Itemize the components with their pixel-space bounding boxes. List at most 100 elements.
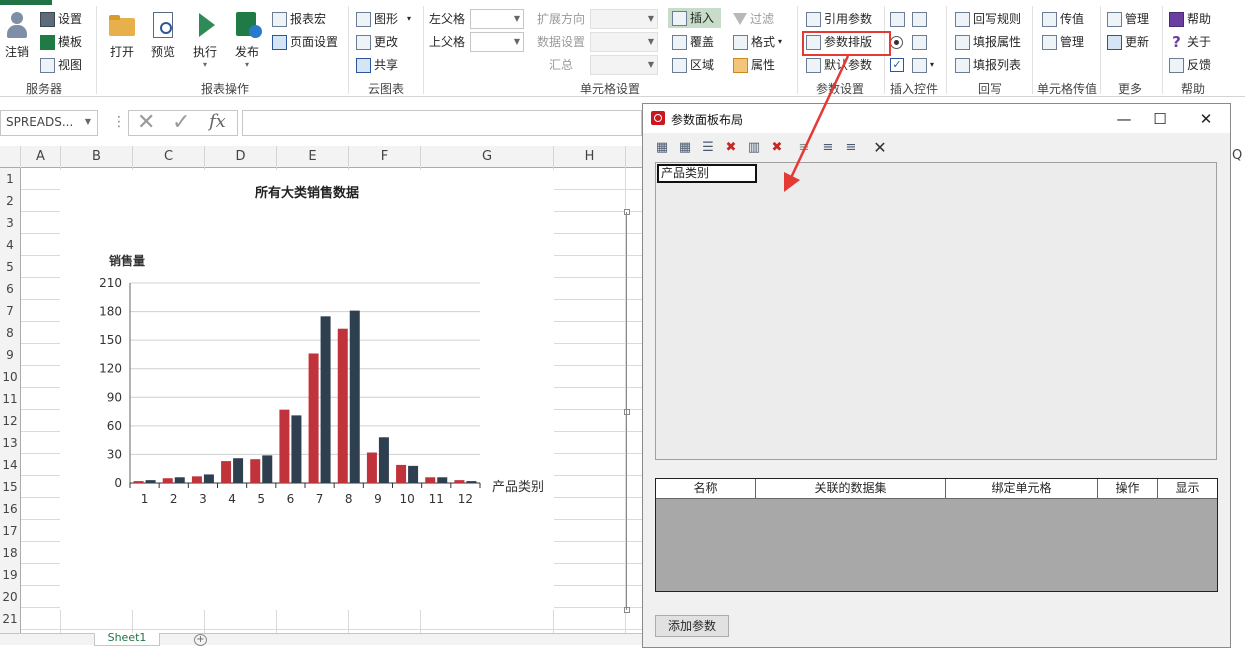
insert-row-icon[interactable]: ☰ (699, 138, 717, 156)
row-header[interactable]: 6 (0, 278, 20, 300)
checkbox-icon: ✓ (890, 58, 904, 72)
row-header[interactable]: 3 (0, 212, 20, 234)
column-header[interactable]: C (133, 146, 205, 168)
cancel-icon[interactable]: ✕ (137, 110, 155, 135)
column-header-partial: Q (1232, 148, 1243, 163)
pass-value-button[interactable]: 传值 (1042, 9, 1084, 29)
feedback-button[interactable]: 反馈 (1169, 55, 1211, 75)
chevron-down-icon: ▼ (513, 37, 520, 46)
bar (366, 452, 377, 483)
update-button[interactable]: 更新 (1107, 32, 1149, 52)
column-header[interactable]: H (554, 146, 626, 168)
format-button[interactable]: 格式 ▾ (733, 32, 782, 52)
row-header[interactable]: 20 (0, 586, 20, 608)
pass-value-manage-button[interactable]: 管理 (1042, 32, 1084, 52)
insert-more-control-button[interactable]: ▾ (912, 55, 934, 75)
row-header[interactable]: 11 (0, 388, 20, 410)
writeback-rule-button[interactable]: 回写规则 (955, 9, 1021, 29)
expand-direction-select[interactable]: ▼ (590, 9, 658, 29)
row-header[interactable]: 16 (0, 498, 20, 520)
row-header[interactable]: 8 (0, 322, 20, 344)
minimize-button[interactable]: — (1109, 108, 1139, 130)
row-header[interactable]: 4 (0, 234, 20, 256)
name-box[interactable]: SPREADS... ▼ (0, 110, 98, 136)
summary-select[interactable]: ▼ (590, 55, 658, 75)
column-header[interactable]: A (21, 146, 61, 168)
row-header[interactable]: 14 (0, 454, 20, 476)
left-parent-select[interactable]: ▼ (470, 9, 524, 29)
resize-handle[interactable] (624, 607, 630, 613)
param-table[interactable]: 名称 关联的数据集 绑定单元格 操作 显示 (655, 478, 1218, 592)
reference-param-button[interactable]: 引用参数 (806, 9, 872, 29)
delete-row-icon[interactable]: ✖ (722, 138, 740, 156)
share-button[interactable]: 共享 (356, 55, 398, 75)
close-button[interactable]: ✕ (1191, 108, 1221, 130)
logout-button[interactable]: 注销 (0, 10, 34, 60)
row-header[interactable]: 19 (0, 564, 20, 586)
chart-button[interactable]: 图形 ▾ (356, 9, 411, 29)
publish-button[interactable]: 发布 ▾ (227, 10, 267, 69)
column-header[interactable]: D (205, 146, 277, 168)
add-sheet-icon[interactable]: + (194, 634, 207, 646)
overwrite-button[interactable]: 覆盖 (672, 32, 714, 52)
row-header[interactable]: 17 (0, 520, 20, 542)
column-header[interactable]: B (61, 146, 133, 168)
function-icon[interactable]: fx (209, 111, 226, 132)
resize-handle[interactable] (624, 209, 630, 215)
add-param-button[interactable]: 添加参数 (655, 615, 729, 637)
view-button[interactable]: 视图 (40, 55, 82, 75)
report-macro-button[interactable]: 报表宏 (272, 9, 326, 29)
clear-icon[interactable]: ✕ (871, 138, 889, 157)
param-chip[interactable]: 产品类别 (657, 164, 757, 183)
preview-button[interactable]: 预览 (143, 10, 183, 60)
row-header[interactable]: 7 (0, 300, 20, 322)
data-setting-select[interactable]: ▼ (590, 32, 658, 52)
row-header[interactable]: 21 (0, 608, 20, 630)
property-button[interactable]: 属性 (733, 55, 775, 75)
formula-input[interactable] (242, 110, 642, 136)
fill-list-button[interactable]: 填报列表 (955, 55, 1021, 75)
fill-property-button[interactable]: 填报属性 (955, 32, 1021, 52)
execute-button[interactable]: 执行 ▾ (185, 10, 225, 69)
column-header[interactable]: G (421, 146, 554, 168)
region-button[interactable]: 区域 (672, 55, 714, 75)
row-header[interactable]: 12 (0, 410, 20, 432)
row-header[interactable]: 10 (0, 366, 20, 388)
insert-column-icon[interactable]: ▥ (745, 138, 763, 156)
sheet-tab-bar: Sheet1 + (0, 633, 645, 646)
chart-container[interactable]: 所有大类销售数据 销售量 产品类别 0 30 60 90 120 150 180 210 1 2 3… (60, 170, 554, 610)
insert-textbox-button[interactable] (890, 9, 905, 29)
top-parent-select[interactable]: ▼ (470, 32, 524, 52)
row-header[interactable]: 15 (0, 476, 20, 498)
resize-handle[interactable] (624, 409, 630, 415)
page-setup-button[interactable]: 页面设置 (272, 32, 338, 52)
about-button[interactable]: ? 关于 (1169, 32, 1211, 52)
insert-tree-button[interactable] (912, 32, 927, 52)
filter-button[interactable]: 过滤 (733, 9, 774, 29)
open-button[interactable]: 打开 (102, 10, 142, 60)
change-button[interactable]: 更改 (356, 32, 398, 52)
template-button[interactable]: 模板 (40, 32, 82, 52)
add-row-icon[interactable]: ▦ (653, 138, 671, 156)
row-header[interactable]: 18 (0, 542, 20, 564)
row-header[interactable]: 13 (0, 432, 20, 454)
settings-button[interactable]: 设置 (40, 9, 82, 29)
row-header[interactable]: 1 (0, 168, 20, 190)
insert-radio-button[interactable] (890, 32, 903, 52)
layout-canvas[interactable]: 产品类别 (655, 162, 1217, 460)
add-column-icon[interactable]: ▦ (676, 138, 694, 156)
row-header[interactable]: 5 (0, 256, 20, 278)
help-button[interactable]: 帮助 (1169, 9, 1211, 29)
column-header[interactable]: E (277, 146, 349, 168)
insert-list-button[interactable] (912, 9, 927, 29)
confirm-icon[interactable]: ✓ (172, 110, 190, 135)
column-header[interactable]: F (349, 146, 421, 168)
maximize-button[interactable]: ☐ (1145, 108, 1175, 130)
row-header[interactable]: 9 (0, 344, 20, 366)
select-all-corner[interactable] (0, 146, 21, 168)
more-manage-button[interactable]: 管理 (1107, 9, 1149, 29)
insert-button[interactable]: 插入 (668, 8, 721, 28)
sheet-tab[interactable]: Sheet1 (94, 633, 160, 646)
insert-checkbox-button[interactable]: ✓ (890, 55, 904, 75)
row-header[interactable]: 2 (0, 190, 20, 212)
